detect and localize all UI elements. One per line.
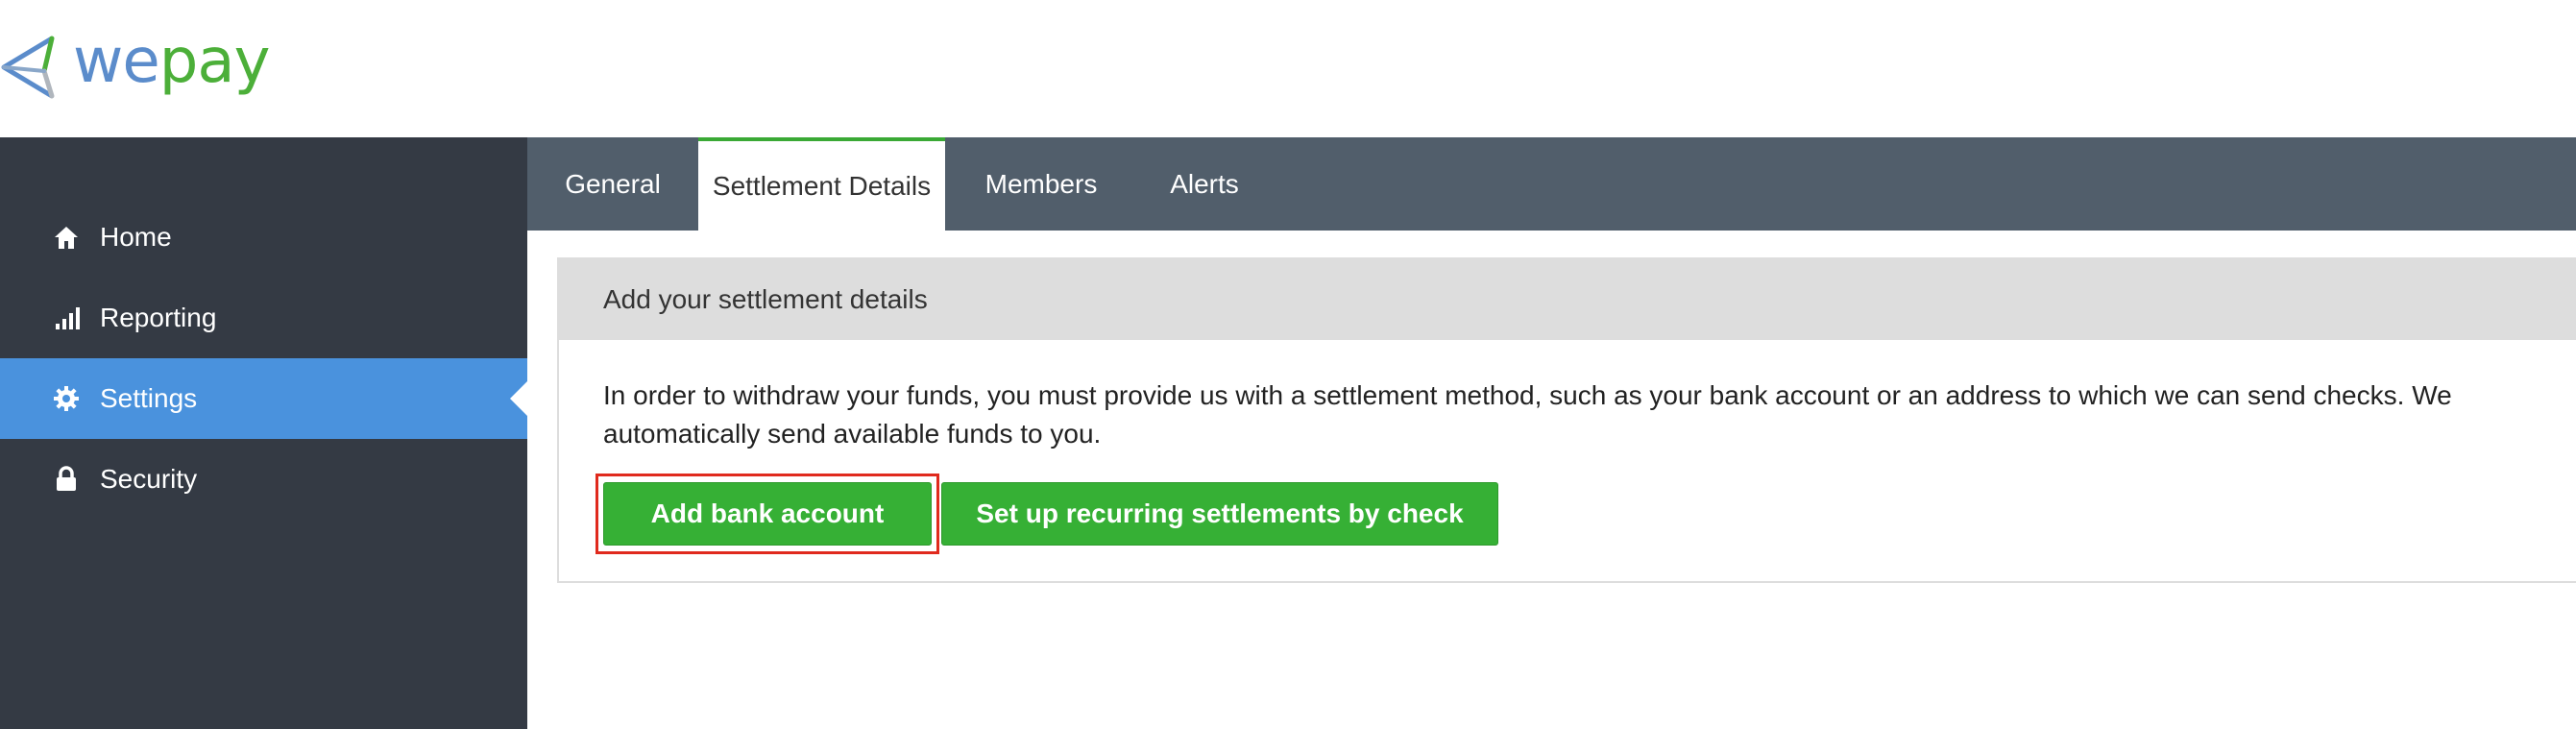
sidebar: Home Reporting Settings Security — [0, 137, 527, 729]
tab-bar: General Settlement Details Members Alert… — [527, 137, 2576, 231]
lock-icon — [52, 465, 81, 494]
tab-settlement-details[interactable]: Settlement Details — [698, 137, 945, 231]
tab-members[interactable]: Members — [945, 137, 1137, 231]
settlement-panel: Add your settlement details In order to … — [557, 257, 2576, 583]
sidebar-item-label: Security — [100, 464, 198, 494]
sidebar-item-home[interactable]: Home — [0, 197, 527, 278]
panel-title: Add your settlement details — [559, 259, 2576, 340]
wepay-logo[interactable]: wepay — [0, 29, 288, 106]
logo-pay: pay — [158, 26, 271, 97]
sidebar-item-settings[interactable]: Settings — [0, 358, 527, 439]
sidebar-item-label: Reporting — [100, 303, 217, 332]
wepay-arrow-logo-icon — [1, 36, 55, 99]
sidebar-item-reporting[interactable]: Reporting — [0, 278, 527, 358]
tab-general[interactable]: General — [527, 137, 698, 231]
sidebar-item-label: Home — [100, 222, 172, 252]
panel-description: In order to withdraw your funds, you mus… — [603, 380, 2452, 449]
logo-we: we — [73, 26, 160, 97]
logo-wordmark: wepay — [73, 31, 270, 92]
signal-bars-icon — [52, 304, 81, 332]
sidebar-item-label: Settings — [100, 383, 198, 413]
home-icon — [52, 223, 81, 252]
gear-icon — [52, 384, 81, 413]
add-bank-account-button[interactable]: Add bank account — [603, 482, 932, 546]
header: wepay — [0, 0, 2576, 137]
sidebar-item-security[interactable]: Security — [0, 439, 527, 520]
setup-check-settlements-button[interactable]: Set up recurring settlements by check — [941, 482, 1498, 546]
tab-alerts[interactable]: Alerts — [1137, 137, 1272, 231]
